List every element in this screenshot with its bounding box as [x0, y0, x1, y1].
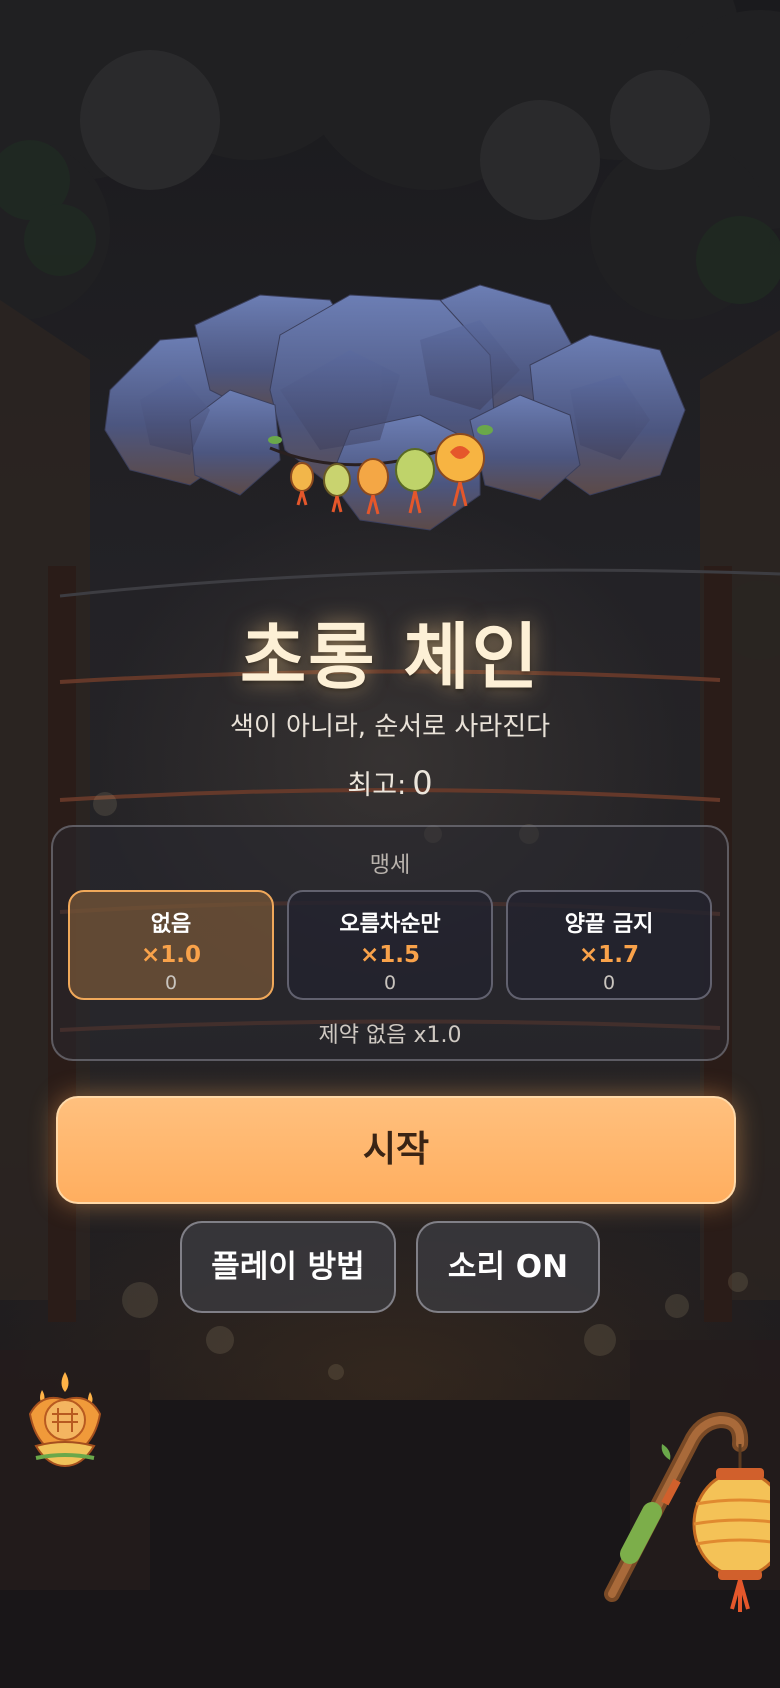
- oath-option-none[interactable]: 없음 ×1.0 0: [68, 890, 274, 1000]
- oath-option-score: 0: [602, 972, 616, 994]
- game-screen: 초롱 체인 색이 아니라, 순서로 사라진다 최고: 0 맹세 없음 ×1.0 0…: [0, 0, 780, 1688]
- oath-option-multiplier: ×1.5: [359, 942, 420, 968]
- oath-option-multiplier: ×1.0: [140, 942, 201, 968]
- lotus-lantern-icon: [28, 1372, 102, 1468]
- oath-option-name: 양끝 금지: [564, 912, 654, 937]
- lantern-staff-icon: [604, 1411, 770, 1612]
- oath-panel-title: 맹세: [369, 853, 411, 878]
- oath-option-score: 0: [164, 972, 178, 994]
- best-score: 최고: 0: [0, 763, 780, 802]
- oath-option-no-ends[interactable]: 양끝 금지 ×1.7 0: [506, 890, 712, 1000]
- best-score-label: 최고:: [347, 770, 407, 801]
- cloud-with-lanterns-icon: [104, 284, 686, 531]
- oath-panel: 맹세 없음 ×1.0 0 오름차순만 ×1.5 0 양끝 금지 ×1.7 0 제…: [51, 825, 729, 1061]
- how-to-play-button[interactable]: 플레이 방법: [180, 1221, 396, 1313]
- oath-option-score: 0: [383, 972, 397, 994]
- start-button[interactable]: 시작: [56, 1096, 736, 1204]
- oath-option-multiplier: ×1.7: [578, 942, 639, 968]
- oath-option-name: 없음: [150, 912, 192, 937]
- best-score-value: 0: [412, 764, 433, 802]
- oath-description: 제약 없음 x1.0: [318, 1023, 462, 1048]
- game-title: 초롱 체인: [239, 615, 541, 699]
- sound-toggle-button[interactable]: 소리 ON: [416, 1221, 600, 1313]
- game-subtitle: 색이 아니라, 순서로 사라진다: [229, 712, 551, 742]
- oath-option-ascending-only[interactable]: 오름차순만 ×1.5 0: [287, 890, 493, 1000]
- oath-option-name: 오름차순만: [339, 912, 441, 937]
